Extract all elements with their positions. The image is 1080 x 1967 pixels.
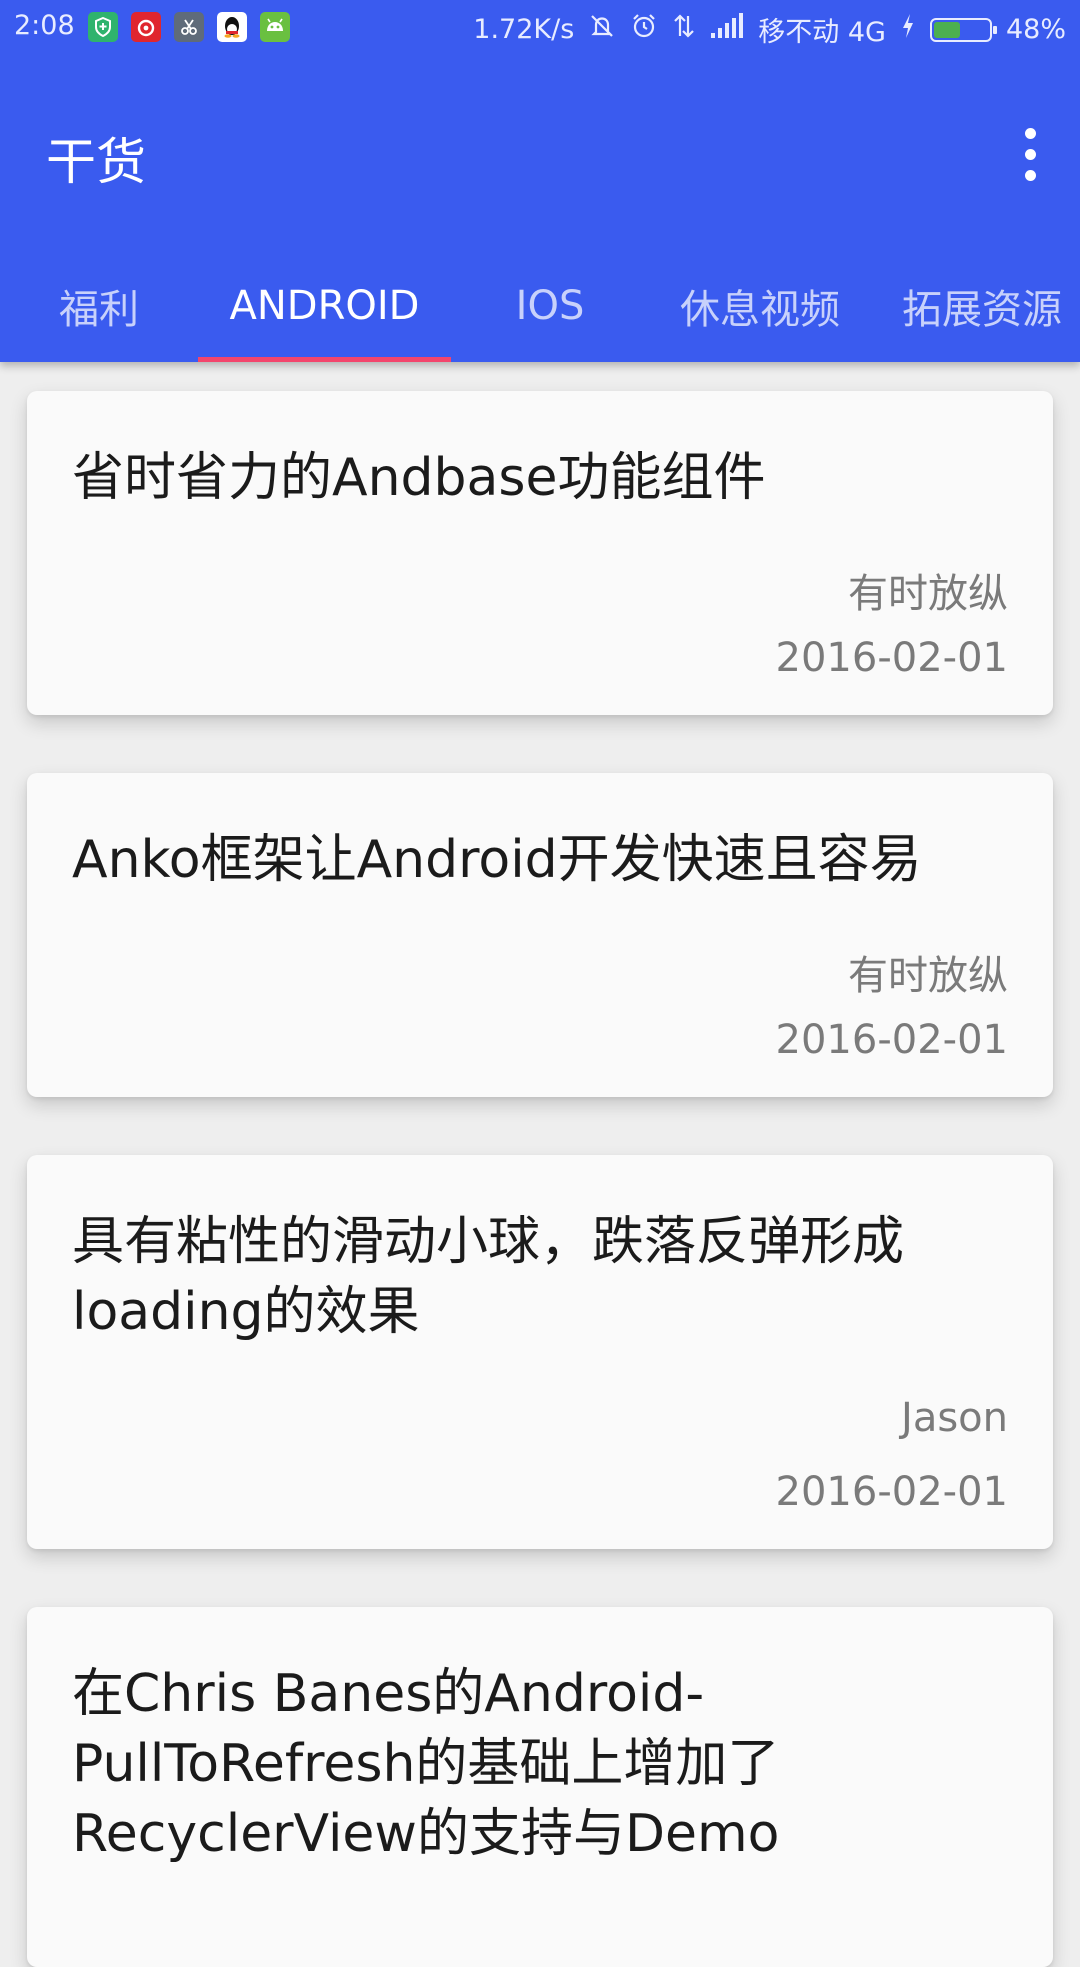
article-author: Jason [901, 1395, 1008, 1441]
article-card[interactable]: Anko框架让Android开发快速且容易 有时放纵 2016-02-01 [27, 773, 1053, 1097]
notification-icons [88, 12, 290, 42]
scissors-app-icon [174, 12, 204, 42]
article-title: Anko框架让Android开发快速且容易 [72, 830, 922, 890]
battery-percent: 48% [1005, 14, 1066, 45]
data-transfer-icon [672, 12, 696, 47]
article-date: 2016-02-01 [775, 1017, 1008, 1063]
signal-icon [710, 13, 744, 46]
tab-android[interactable]: ANDROID [198, 250, 451, 362]
article-card[interactable]: 在Chris Banes的Android-PullToRefresh的基础上增加… [27, 1607, 1053, 1967]
toolbar-title: 干货 [46, 133, 146, 191]
app-header: 2:08 1.72K/s 移不动 4G 48% 干货 福利 ANDROID IO… [0, 0, 1080, 362]
mute-icon [588, 12, 616, 47]
article-card[interactable]: 具有粘性的滑动小球，跌落反弹形成loading的效果 Jason 2016-02… [27, 1155, 1053, 1549]
article-title: 省时省力的Andbase功能组件 [72, 448, 766, 508]
status-indicators: 1.72K/s 移不动 4G 48% [473, 10, 1066, 49]
article-date: 2016-02-01 [775, 635, 1008, 681]
status-time: 2:08 [14, 10, 75, 41]
android-app-icon [260, 12, 290, 42]
shield-app-icon [88, 12, 118, 42]
article-author: 有时放纵 [848, 953, 1008, 999]
article-title: 在Chris Banes的Android-PullToRefresh的基础上增加… [72, 1664, 780, 1864]
battery-level [933, 21, 960, 38]
charging-icon [900, 12, 916, 47]
article-card[interactable]: 省时省力的Andbase功能组件 有时放纵 2016-02-01 [27, 391, 1053, 715]
article-author: 有时放纵 [848, 571, 1008, 617]
tab-fuli[interactable]: 福利 [0, 250, 198, 362]
tab-rest-video[interactable]: 休息视频 [649, 250, 871, 362]
article-title: 具有粘性的滑动小球，跌落反弹形成loading的效果 [72, 1212, 905, 1342]
more-vert-icon[interactable] [1002, 118, 1058, 190]
article-date: 2016-02-01 [775, 1469, 1008, 1515]
carrier-label: 移不动 4G [758, 17, 886, 48]
qq-icon [217, 12, 247, 42]
tab-indicator [198, 357, 451, 362]
tab-ios[interactable]: IOS [451, 250, 649, 362]
net-speed: 1.72K/s [473, 14, 575, 45]
tab-bar: 福利 ANDROID IOS 休息视频 拓展资源 [0, 250, 1080, 362]
battery-icon [929, 17, 997, 42]
tab-extended-resources[interactable]: 拓展资源 [871, 250, 1080, 362]
netease-music-icon [131, 12, 161, 42]
status-bar: 2:08 1.72K/s 移不动 4G 48% [0, 0, 1080, 56]
alarm-icon [630, 12, 658, 47]
